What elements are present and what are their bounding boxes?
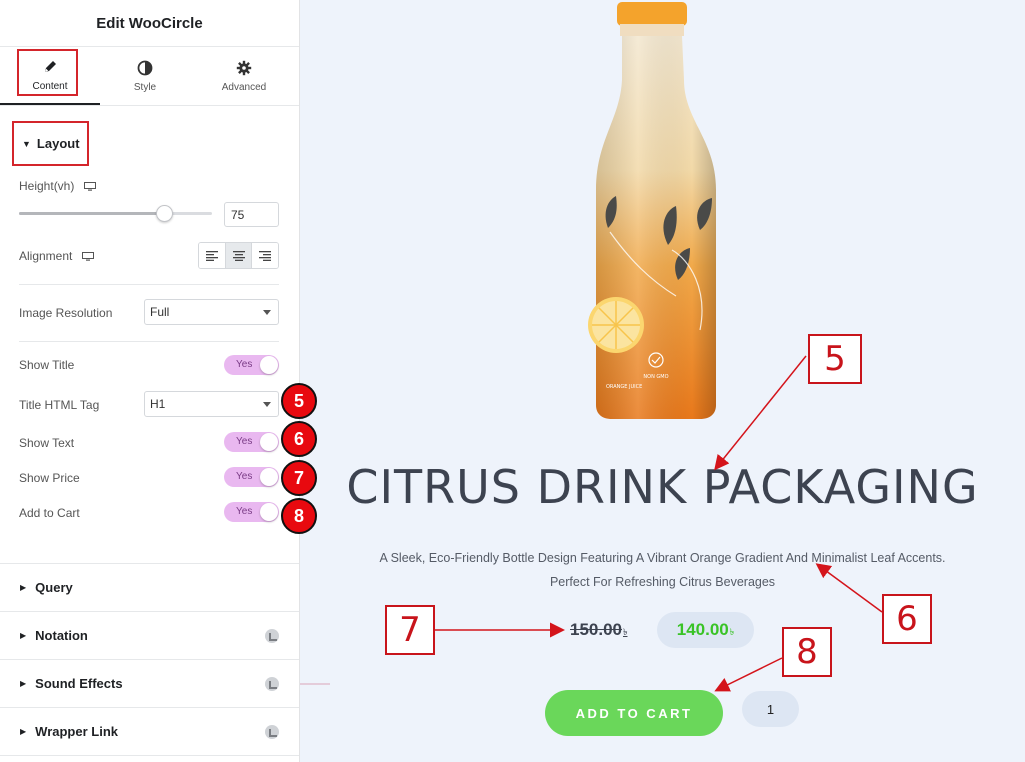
callout-box-8: 8 <box>782 627 832 677</box>
caret-right-icon: ▶ <box>20 679 27 688</box>
switch-knob <box>260 433 278 451</box>
height-slider-fill <box>19 212 164 215</box>
caret-right-icon: ▶ <box>20 727 27 736</box>
product-title: CITRUS DRINK PACKAGING <box>346 460 979 514</box>
callout-badge-7: 7 <box>281 460 317 496</box>
callout-badge-6: 6 <box>281 421 317 457</box>
alignment-label: Alignment <box>19 249 94 263</box>
align-right-icon <box>259 250 272 261</box>
callout-badge-5: 5 <box>281 383 317 419</box>
show-title-label: Show Title <box>19 358 75 372</box>
gear-icon <box>236 60 252 75</box>
tab-style-label: Style <box>133 81 157 93</box>
editor-panel: Edit WooCircle Content Style Advanced ▼ … <box>0 0 300 762</box>
pro-icon <box>265 629 279 643</box>
tab-style[interactable]: Style <box>100 47 190 105</box>
title-tag-label: Title HTML Tag <box>19 398 100 412</box>
height-slider[interactable] <box>19 205 212 222</box>
layout-section: ▼ Layout Height(vh) Alignment <box>0 106 299 564</box>
show-price-label: Show Price <box>19 471 80 485</box>
old-price-value: 150.00 <box>570 620 622 639</box>
section-wrapper-link[interactable]: ▶ Wrapper Link <box>0 708 299 756</box>
align-center-button[interactable] <box>225 243 253 268</box>
desktop-icon[interactable] <box>81 252 94 261</box>
description-line-2: Perfect For Refreshing Citrus Beverages <box>549 575 776 589</box>
callout-badge-8: 8 <box>281 498 317 534</box>
panel-tabs: Content Style Advanced <box>0 47 299 106</box>
sale-price-pill: 140.00৳ <box>657 612 754 648</box>
desktop-icon[interactable] <box>83 182 96 191</box>
old-price: 150.00৳ <box>570 620 627 640</box>
title-tag-value: H1 <box>150 397 166 411</box>
layout-section-toggle[interactable]: ▼ Layout <box>12 121 89 166</box>
caret-down-icon: ▼ <box>22 138 31 149</box>
show-title-switch[interactable]: Yes <box>224 355 279 375</box>
product-image: NON GMO ORANGE JUICE <box>588 2 716 419</box>
product-description: A Sleek, Eco-Friendly Bottle Design Feat… <box>330 546 995 594</box>
divider <box>19 341 279 342</box>
sale-price-value: 140.00 <box>676 620 729 639</box>
caret-right-icon: ▶ <box>20 583 27 592</box>
image-resolution-value: Full <box>150 305 170 319</box>
height-label: Height(vh) <box>19 179 96 193</box>
chevron-down-icon <box>263 402 271 407</box>
show-text-switch[interactable]: Yes <box>224 432 279 452</box>
switch-knob <box>260 468 278 486</box>
bottle-label-juice: ORANGE JUICE <box>606 384 642 390</box>
panel-header: Edit WooCircle <box>0 0 299 47</box>
callout-box-7: 7 <box>385 605 435 655</box>
height-label-text: Height(vh) <box>19 179 75 193</box>
panel-title: Edit WooCircle <box>96 14 203 32</box>
section-sound-effects[interactable]: ▶ Sound Effects <box>0 660 299 708</box>
quantity-field[interactable]: 1 <box>742 691 799 727</box>
add-to-cart-button[interactable]: ADD TO CART <box>545 690 723 736</box>
bottle-label-non-gmo: NON GMO <box>643 374 668 380</box>
section-notation[interactable]: ▶ Notation <box>0 612 299 660</box>
pencil-icon <box>45 60 56 72</box>
switch-text: Yes <box>236 436 253 447</box>
alignment-label-text: Alignment <box>19 249 73 263</box>
section-query-label: Query <box>35 580 73 595</box>
caret-right-icon: ▶ <box>20 631 27 640</box>
show-text-label: Show Text <box>19 436 75 450</box>
switch-text: Yes <box>236 359 253 370</box>
section-sound-effects-label: Sound Effects <box>35 676 123 691</box>
section-notation-label: Notation <box>35 628 88 643</box>
layout-heading: Layout <box>36 136 80 151</box>
switch-text: Yes <box>236 471 253 482</box>
switch-knob <box>260 503 278 521</box>
add-to-cart-switch[interactable]: Yes <box>224 502 279 522</box>
chevron-down-icon <box>263 310 271 315</box>
sale-price: 140.00৳ <box>677 620 734 640</box>
tab-content-label: Content <box>32 80 68 92</box>
tab-advanced[interactable]: Advanced <box>190 47 298 105</box>
currency-symbol: ৳ <box>623 627 628 637</box>
section-query[interactable]: ▶ Query <box>0 564 299 612</box>
align-left-icon <box>205 250 218 261</box>
image-resolution-select[interactable]: Full <box>144 299 279 325</box>
switch-text: Yes <box>236 506 253 517</box>
section-wrapper-link-label: Wrapper Link <box>35 724 118 739</box>
align-left-button[interactable] <box>199 243 226 268</box>
height-input[interactable] <box>224 202 279 227</box>
add-to-cart-label: Add to Cart <box>19 506 80 520</box>
callout-box-6: 6 <box>882 594 932 644</box>
alignment-control <box>198 242 279 269</box>
tab-content[interactable]: Content <box>0 47 100 105</box>
align-right-button[interactable] <box>252 243 278 268</box>
title-tag-select[interactable]: H1 <box>144 391 279 417</box>
pro-icon <box>265 677 279 691</box>
callout-box-5: 5 <box>808 334 862 384</box>
half-circle-icon <box>137 60 153 75</box>
divider <box>19 284 279 285</box>
height-slider-thumb[interactable] <box>155 205 173 222</box>
align-center-icon <box>232 250 245 261</box>
switch-knob <box>260 356 278 374</box>
currency-symbol: ৳ <box>729 627 735 637</box>
tab-advanced-label: Advanced <box>221 81 267 93</box>
image-resolution-label: Image Resolution <box>19 306 113 320</box>
show-price-switch[interactable]: Yes <box>224 467 279 487</box>
description-line-1: A Sleek, Eco-Friendly Bottle Design Feat… <box>379 551 946 565</box>
pro-icon <box>265 725 279 739</box>
